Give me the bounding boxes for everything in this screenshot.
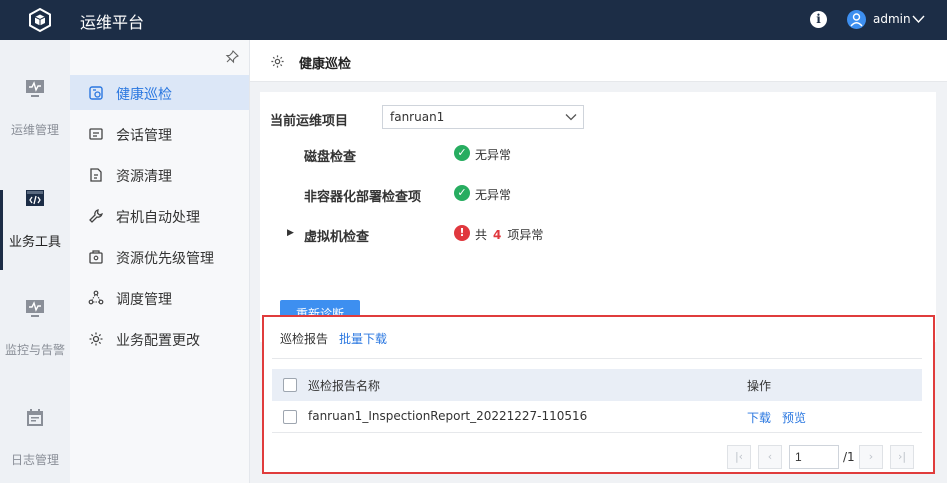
error-count: 4: [493, 228, 502, 242]
status-prefix: 共: [475, 228, 488, 242]
subnav-label: 业务配置更改: [116, 333, 200, 349]
rail-item-log-management[interactable]: 日志管理: [0, 407, 70, 483]
chevron-down-icon[interactable]: [912, 14, 925, 24]
subnav-item-health-check[interactable]: 健康巡检: [70, 75, 249, 110]
check-name: 虚拟机检查: [304, 230, 370, 245]
subnav-item-business-config[interactable]: 业务配置更改: [70, 321, 249, 356]
schedule-icon: [88, 290, 104, 305]
inspection-report-panel: 巡检报告 批量下载 巡检报告名称 操作 fanruan1_InspectionR…: [262, 315, 935, 474]
cleanup-icon: [90, 168, 102, 182]
subnav-item-resource-priority[interactable]: 资源优先级管理: [70, 239, 249, 274]
page-total: /1: [843, 450, 855, 464]
check-name: 磁盘检查: [304, 150, 357, 165]
check-status: 无异常: [475, 188, 512, 202]
config-gear-icon: [89, 332, 103, 346]
report-name: fanruan1_InspectionReport_20221227-11051…: [308, 409, 588, 423]
preview-link[interactable]: 预览: [782, 409, 806, 426]
page-header: 健康巡检: [250, 40, 947, 82]
download-link[interactable]: 下载: [747, 409, 771, 426]
monitor-pulse-icon: [26, 80, 44, 97]
check-ok-icon: ✓: [454, 185, 470, 201]
subnav-item-resource-cleanup[interactable]: 资源清理: [70, 157, 249, 192]
app-title: 运维平台: [80, 13, 145, 32]
project-label: 当前运维项目: [270, 114, 349, 129]
check-ok-icon: ✓: [454, 145, 470, 161]
main-content: 健康巡检 当前运维项目 fanruan1 磁盘检查 ✓ 无异常 非容器化部署检查…: [250, 40, 947, 483]
first-page-button[interactable]: |‹: [727, 445, 751, 469]
top-bar: 运维平台 i admin: [0, 0, 947, 40]
primary-nav-rail: 运维管理 业务工具 监控与告警 日志管理: [0, 40, 70, 483]
column-header-action: 操作: [747, 379, 772, 393]
check-status: 无异常: [475, 148, 512, 162]
subnav-item-schedule-management[interactable]: 调度管理: [70, 280, 249, 315]
expand-caret-icon[interactable]: ▶: [287, 228, 294, 238]
cube-logo-icon: [29, 7, 51, 33]
calendar-icon: [27, 409, 43, 426]
status-suffix: 项异常: [507, 228, 544, 242]
rail-item-ops-management[interactable]: 运维管理: [0, 77, 70, 177]
column-header-name: 巡检报告名称: [308, 379, 381, 393]
code-window-icon: [26, 190, 44, 206]
check-row-non-container: 非容器化部署检查项 ✓ 无异常: [260, 184, 936, 206]
subnav-label: 宕机自动处理: [116, 210, 200, 226]
project-select-value: fanruan1: [390, 110, 445, 124]
subnav-item-crash-auto-handling[interactable]: 宕机自动处理: [70, 198, 249, 233]
last-page-button[interactable]: ›|: [890, 445, 914, 469]
subnav-label: 调度管理: [116, 292, 172, 308]
subnav-label: 资源清理: [116, 169, 172, 185]
check-row-disk: 磁盘检查 ✓ 无异常: [260, 144, 936, 166]
rail-item-business-tools[interactable]: 业务工具: [0, 187, 70, 287]
chevron-down-icon: [565, 114, 577, 121]
table-header: 巡检报告名称 操作: [272, 369, 922, 401]
rail-label: 业务工具: [8, 235, 61, 250]
check-status: 共 4 项异常: [475, 226, 543, 243]
subnav-item-session-management[interactable]: 会话管理: [70, 116, 249, 151]
priority-icon: [89, 250, 103, 264]
rail-label: 监控与告警: [4, 343, 65, 357]
rail-item-monitoring-alerts[interactable]: 监控与告警: [0, 297, 70, 397]
error-icon: !: [454, 225, 470, 241]
next-page-button[interactable]: ›: [859, 445, 883, 469]
diagnosis-panel: 当前运维项目 fanruan1 磁盘检查 ✓ 无异常 非容器化部署检查项 ✓ 无…: [260, 92, 936, 342]
rail-label: 日志管理: [10, 453, 59, 467]
project-select[interactable]: fanruan1: [382, 105, 584, 129]
subnav-label: 健康巡检: [116, 87, 172, 103]
monitor-pulse-icon: [26, 300, 44, 317]
select-all-checkbox[interactable]: [283, 378, 297, 392]
rail-label: 运维管理: [10, 123, 59, 137]
settings-gear-icon: [271, 55, 284, 68]
wrench-icon: [89, 209, 103, 223]
divider: [272, 358, 922, 359]
secondary-nav: 健康巡检 会话管理 资源清理 宕机自动处理 资源优先级管理 调度管理 业务配置更…: [70, 40, 250, 483]
health-check-icon: [89, 86, 103, 100]
user-avatar-icon[interactable]: [847, 10, 866, 29]
table-row: fanruan1_InspectionReport_20221227-11051…: [272, 401, 922, 433]
check-row-vm[interactable]: ▶ 虚拟机检查 ! 共 4 项异常: [260, 224, 936, 246]
row-checkbox[interactable]: [283, 410, 297, 424]
user-name[interactable]: admin: [873, 12, 911, 26]
session-icon: [89, 128, 103, 140]
page-number-input[interactable]: [789, 445, 839, 469]
pin-icon[interactable]: [225, 50, 239, 64]
info-icon[interactable]: i: [810, 11, 827, 28]
subnav-label: 会话管理: [116, 128, 172, 144]
subnav-label: 资源优先级管理: [116, 251, 214, 267]
check-name: 非容器化部署检查项: [304, 190, 422, 205]
page-title: 健康巡检: [299, 57, 352, 72]
batch-download-link[interactable]: 批量下载: [339, 330, 387, 347]
report-title: 巡检报告: [280, 332, 329, 346]
prev-page-button[interactable]: ‹: [758, 445, 782, 469]
